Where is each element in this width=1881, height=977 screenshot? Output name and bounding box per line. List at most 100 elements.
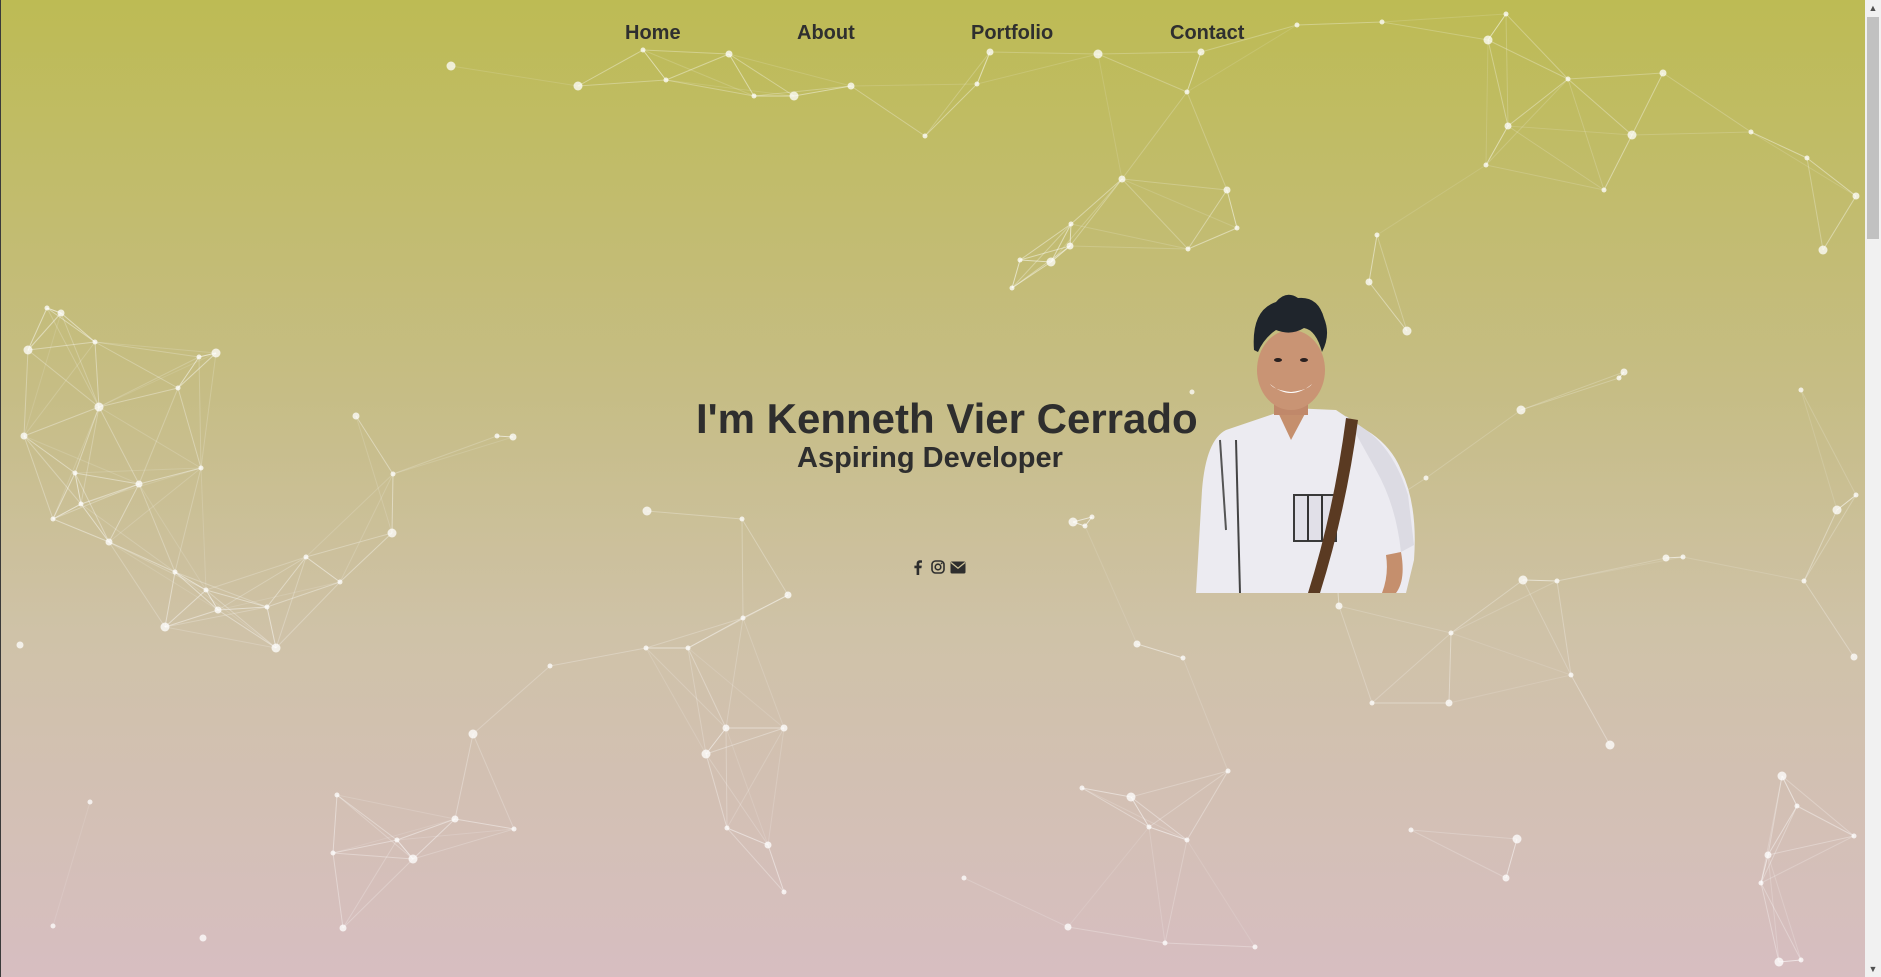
network-line	[1186, 839, 1256, 948]
network-node	[135, 480, 143, 488]
network-node	[1369, 700, 1375, 706]
network-node	[1162, 940, 1168, 946]
network-line	[217, 556, 307, 611]
scroll-down-arrow-icon[interactable]: ▼	[1865, 961, 1881, 977]
network-node	[160, 622, 170, 632]
nav-about-link[interactable]: About	[797, 22, 855, 45]
network-node	[1017, 257, 1023, 263]
network-node	[1189, 389, 1195, 395]
network-line	[108, 467, 202, 543]
network-line	[665, 79, 755, 97]
network-node	[196, 354, 202, 360]
network-line	[767, 727, 785, 846]
scrollbar-thumb[interactable]	[1867, 17, 1879, 239]
network-node	[1516, 405, 1526, 415]
network-line	[924, 83, 978, 137]
network-node	[1777, 771, 1787, 781]
network-line	[1631, 131, 1752, 136]
scroll-up-arrow-icon[interactable]: ▲	[1865, 0, 1881, 16]
network-line	[1662, 72, 1752, 133]
network-line	[266, 556, 307, 608]
network-node	[390, 471, 396, 477]
network-node	[1180, 655, 1186, 661]
network-line	[1084, 525, 1138, 645]
network-line	[336, 794, 398, 841]
network-line	[577, 79, 667, 87]
network-line	[52, 483, 140, 520]
network-node	[172, 569, 178, 575]
network-node	[1774, 957, 1784, 967]
nav-portfolio-link[interactable]: Portfolio	[971, 22, 1053, 45]
network-line	[1760, 854, 1769, 884]
network-line	[645, 617, 744, 649]
network-node	[547, 663, 553, 669]
network-node	[1445, 699, 1453, 707]
network-line	[174, 571, 219, 611]
network-node	[1066, 242, 1074, 250]
network-node	[847, 82, 855, 90]
network-node	[203, 587, 209, 593]
nav-contact-link[interactable]: Contact	[1170, 22, 1244, 45]
network-node	[764, 841, 772, 849]
network-line	[1067, 926, 1166, 944]
network-line	[1760, 805, 1798, 884]
network-line	[1136, 643, 1184, 659]
network-line	[1603, 134, 1633, 191]
network-node	[1503, 11, 1509, 17]
network-node	[701, 749, 711, 759]
instagram-icon[interactable]	[930, 558, 946, 576]
network-node	[394, 837, 400, 843]
network-line	[52, 406, 100, 520]
network-line	[108, 541, 219, 611]
network-node	[722, 724, 730, 732]
network-line	[924, 51, 991, 137]
network-line	[27, 349, 100, 408]
network-line	[23, 435, 54, 520]
network-node	[1832, 505, 1842, 515]
network-line	[1507, 125, 1633, 136]
network-node	[468, 729, 478, 739]
network-line	[108, 541, 207, 591]
network-line	[726, 727, 785, 829]
network-line	[177, 356, 200, 389]
network-node	[87, 799, 93, 805]
network-line	[741, 518, 789, 596]
network-node	[214, 606, 222, 614]
network-line	[1822, 195, 1857, 251]
network-line	[391, 473, 394, 534]
network-line	[549, 647, 647, 667]
nav-home-link[interactable]: Home	[625, 22, 681, 45]
network-node	[57, 309, 65, 317]
network-line	[1631, 72, 1664, 136]
network-line	[1019, 259, 1052, 263]
network-line	[1781, 775, 1798, 807]
network-line	[1781, 775, 1855, 837]
network-line	[1507, 78, 1569, 127]
network-line	[725, 727, 728, 829]
network-node	[1850, 653, 1858, 661]
network-node	[198, 465, 204, 471]
network-node	[1680, 554, 1686, 560]
network-line	[725, 617, 744, 729]
network-node	[1764, 851, 1772, 859]
network-node	[303, 554, 309, 560]
vertical-scrollbar[interactable]: ▲ ▼	[1865, 0, 1881, 977]
network-line	[392, 435, 498, 475]
network-node	[72, 470, 78, 476]
network-line	[355, 415, 394, 475]
hero-name-heading: I'm Kenneth Vier Cerrado	[696, 395, 1198, 442]
network-node	[663, 77, 669, 83]
network-node	[1146, 824, 1152, 830]
network-node	[1223, 186, 1231, 194]
network-line	[336, 794, 456, 820]
facebook-icon[interactable]	[910, 558, 926, 576]
envelope-icon[interactable]	[950, 558, 966, 576]
network-node	[1798, 957, 1804, 963]
network-line	[1121, 178, 1228, 191]
network-line	[1803, 580, 1855, 658]
network-line	[138, 483, 207, 591]
network-node	[751, 93, 757, 99]
network-node	[387, 528, 397, 538]
network-node	[511, 826, 517, 832]
network-line	[174, 467, 202, 573]
